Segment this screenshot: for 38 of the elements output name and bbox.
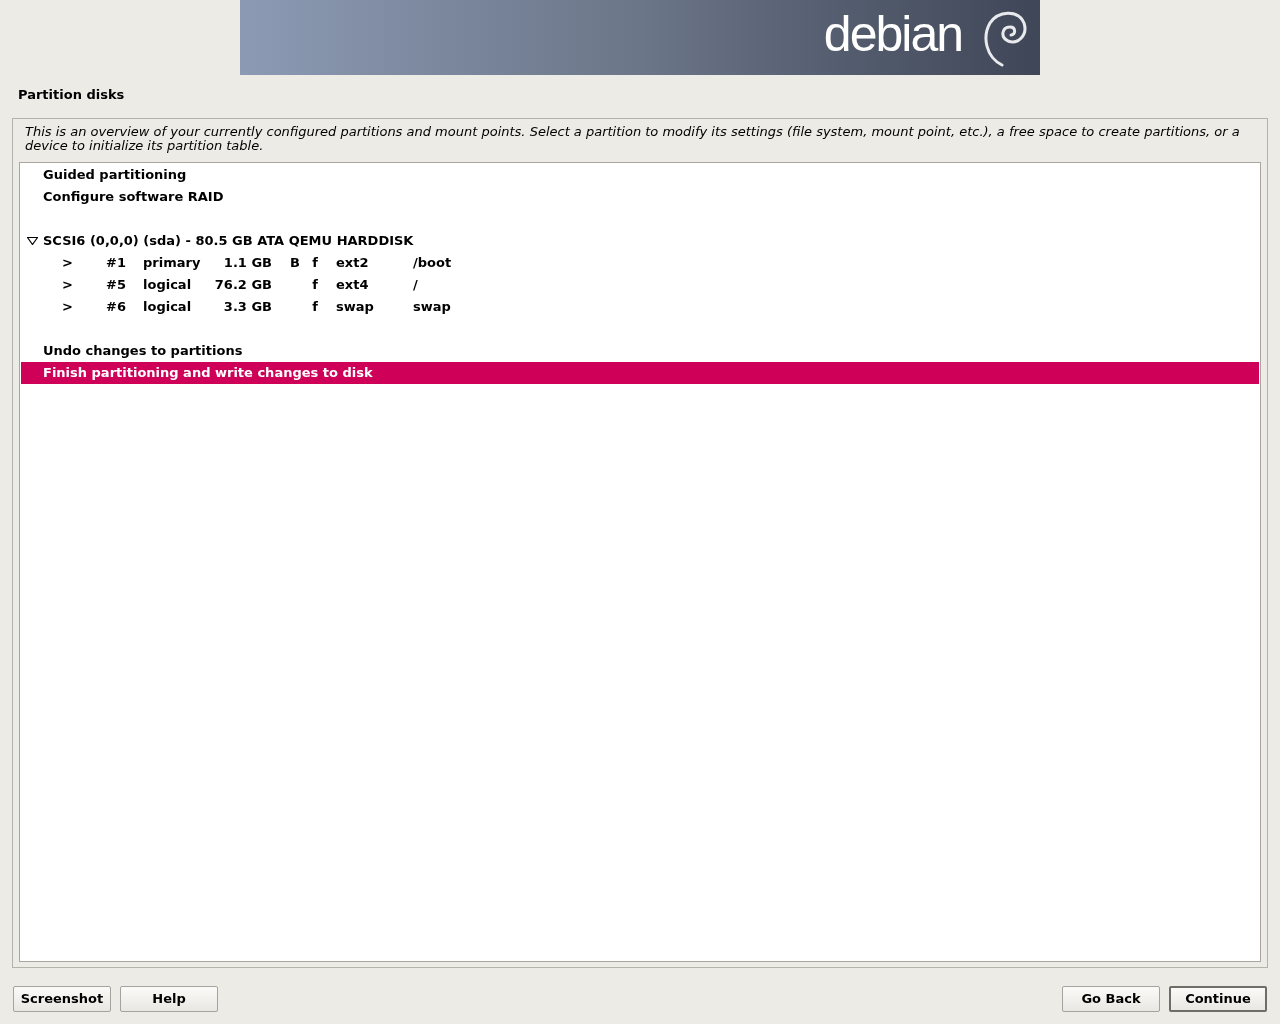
partition-type: logical bbox=[143, 277, 192, 293]
partition-row[interactable]: > #1 primary 1.1 GB B f ext2 /boot bbox=[21, 252, 1259, 274]
expand-marker: > bbox=[62, 255, 73, 271]
partition-type: primary bbox=[143, 255, 201, 271]
mount-point: swap bbox=[413, 299, 451, 315]
format-label: f bbox=[312, 277, 318, 293]
dialog-button[interactable]: Help bbox=[120, 986, 218, 1012]
dialog-button[interactable]: Continue bbox=[1169, 986, 1267, 1012]
partition-size: 3.3 GB bbox=[223, 299, 272, 315]
page-title: Partition disks bbox=[17, 86, 126, 103]
mount-point: /boot bbox=[413, 255, 452, 271]
partition-number: #6 bbox=[106, 299, 126, 315]
expand-marker: > bbox=[62, 277, 73, 293]
expand-triangle-icon[interactable] bbox=[26, 237, 38, 245]
expand-marker: > bbox=[62, 299, 73, 315]
partition-size: 76.2 GB bbox=[214, 277, 272, 293]
menu-item[interactable]: Configure software RAID bbox=[21, 186, 1259, 208]
menu-item[interactable]: Undo changes to partitions bbox=[21, 340, 1259, 362]
partition-row[interactable]: > #6 logical 3.3 GB f swap swap bbox=[21, 296, 1259, 318]
logo-text: debian bbox=[823, 8, 962, 59]
description-text: This is an overview of your currently configured partitions and mount points. Select a partition to modify its settings (file system, mount point, etc.), a free space to create partitions, or a device to initialize its partition table. bbox=[24, 123, 1241, 155]
format-label: f bbox=[312, 255, 318, 271]
filesystem: swap bbox=[336, 299, 374, 315]
filesystem: ext2 bbox=[336, 255, 369, 271]
partition-size: 1.1 GB bbox=[223, 255, 272, 271]
bootable-label: B bbox=[290, 255, 300, 271]
disk-row[interactable]: SCSI6 (0,0,0) (sda) - 80.5 GB ATA QEMU HARDDISK bbox=[21, 230, 1259, 252]
mount-point: / bbox=[413, 277, 418, 293]
filesystem: ext4 bbox=[336, 277, 369, 293]
menu-item[interactable]: Guided partitioning bbox=[21, 164, 1259, 186]
format-label: f bbox=[312, 299, 318, 315]
partition-number: #5 bbox=[106, 277, 126, 293]
partition-row[interactable]: > #5 logical 76.2 GB f ext4 / bbox=[21, 274, 1259, 296]
dialog-button[interactable]: Screenshot bbox=[13, 986, 111, 1012]
partition-type: logical bbox=[143, 299, 192, 315]
dialog-button[interactable]: Go Back bbox=[1062, 986, 1160, 1012]
menu-item[interactable]: Finish partitioning and write changes to disk bbox=[21, 362, 1259, 384]
partition-number: #1 bbox=[106, 255, 126, 271]
